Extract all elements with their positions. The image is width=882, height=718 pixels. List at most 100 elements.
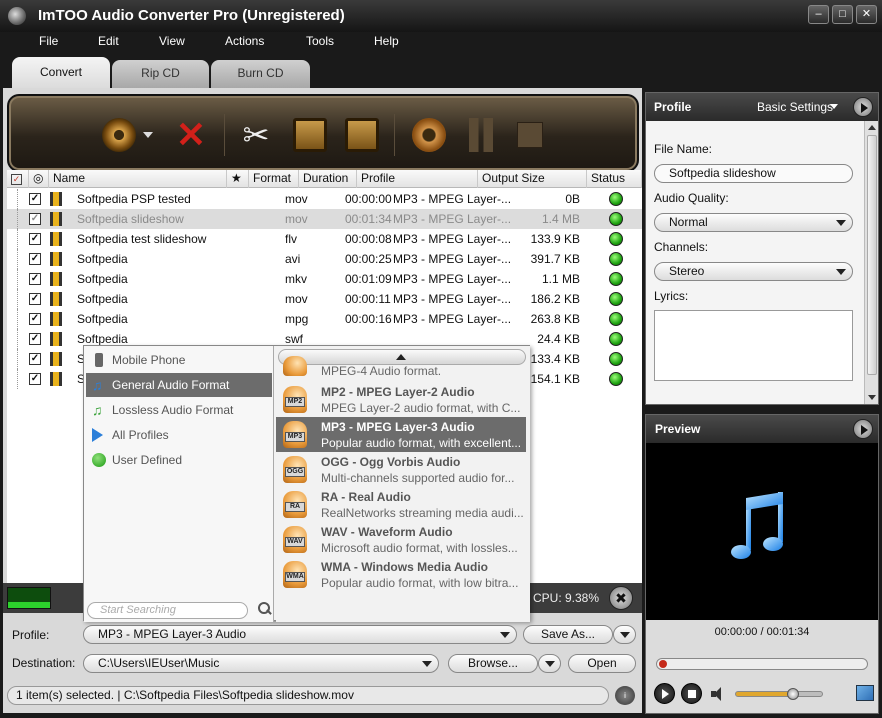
- category-mobile-phone[interactable]: Mobile Phone: [86, 348, 272, 372]
- clip-scissors-icon[interactable]: ✂: [239, 118, 273, 152]
- save-as-dropdown[interactable]: [613, 625, 636, 644]
- remove-icon[interactable]: ✕: [174, 117, 208, 153]
- column-duration[interactable]: Duration: [299, 170, 357, 188]
- tab-burn-cd[interactable]: Burn CD: [211, 60, 310, 88]
- menu-tools[interactable]: Tools: [306, 34, 334, 48]
- menu-view[interactable]: View: [159, 34, 185, 48]
- column-profile[interactable]: Profile: [357, 170, 478, 188]
- volume-slider[interactable]: [735, 688, 823, 700]
- file-duration: 00:00:11: [345, 292, 391, 306]
- lyrics-textarea[interactable]: [654, 310, 853, 381]
- scroll-thumb[interactable]: [867, 135, 877, 375]
- profile-item-ogg[interactable]: OGG OGG - Ogg Vorbis Audio Multi-channel…: [276, 452, 526, 487]
- merge-icon[interactable]: [345, 118, 379, 152]
- file-name-input[interactable]: Softpedia slideshow: [654, 164, 853, 183]
- search-icon[interactable]: [258, 602, 272, 616]
- profile-scrollbar[interactable]: [864, 121, 878, 404]
- row-checkbox[interactable]: ✓: [29, 313, 41, 325]
- app-icon[interactable]: [8, 7, 26, 25]
- column-format[interactable]: Format: [249, 170, 299, 188]
- effects-icon[interactable]: [293, 118, 327, 152]
- tab-convert[interactable]: Convert: [12, 57, 110, 88]
- expand-arrow-icon[interactable]: [853, 419, 873, 439]
- row-checkbox[interactable]: ✓: [29, 253, 41, 265]
- row-checkbox[interactable]: ✓: [29, 293, 41, 305]
- row-checkbox[interactable]: ✓: [29, 373, 41, 385]
- category-lossless-audio[interactable]: ♫ Lossless Audio Format: [86, 398, 272, 422]
- snapshot-icon[interactable]: [856, 685, 874, 701]
- browse-dropdown[interactable]: [538, 654, 561, 673]
- settings-wrench-icon[interactable]: ✖: [609, 586, 633, 610]
- stop-icon[interactable]: [517, 122, 543, 148]
- chevron-down-icon: [836, 269, 846, 275]
- profile-item-mp2[interactable]: MP2 MP2 - MPEG Layer-2 Audio MPEG Layer-…: [276, 382, 526, 417]
- seek-slider[interactable]: [656, 658, 868, 670]
- profile-name: MP2 - MPEG Layer-2 Audio: [321, 385, 475, 399]
- file-profile: MP3 - MPEG Layer-...: [393, 272, 512, 286]
- select-all-checkbox[interactable]: ✓: [7, 170, 29, 188]
- audio-quality-select[interactable]: Normal: [654, 213, 853, 232]
- profile-item-wav[interactable]: WAV WAV - Waveform Audio Microsoft audio…: [276, 522, 526, 557]
- pause-icon[interactable]: [469, 118, 493, 152]
- channels-select[interactable]: Stereo: [654, 262, 853, 281]
- profile-item-ra[interactable]: RA RA - Real Audio RealNetworks streamin…: [276, 487, 526, 522]
- film-icon: [50, 312, 62, 326]
- menu-edit[interactable]: Edit: [98, 34, 119, 48]
- scroll-up-icon[interactable]: [868, 125, 876, 130]
- row-checkbox[interactable]: ✓: [29, 193, 41, 205]
- destination-select[interactable]: C:\Users\IEUser\Music: [83, 654, 439, 673]
- file-row[interactable]: ✓ Softpedia PSP tested mov 00:00:00 MP3 …: [7, 189, 642, 209]
- file-row[interactable]: ✓ Softpedia mov 00:00:11 MP3 - MPEG Laye…: [7, 289, 642, 309]
- row-checkbox[interactable]: ✓: [29, 273, 41, 285]
- file-row[interactable]: ✓ Softpedia mkv 00:01:09 MP3 - MPEG Laye…: [7, 269, 642, 289]
- chevron-down-icon[interactable]: [830, 104, 838, 109]
- profile-item-aac[interactable]: MPEG-4 Audio format.: [276, 356, 526, 380]
- file-row[interactable]: ✓ Softpedia mpg 00:00:16 MP3 - MPEG Laye…: [7, 309, 642, 329]
- add-file-icon[interactable]: [102, 118, 136, 152]
- info-icon[interactable]: i: [615, 686, 635, 705]
- column-rating-star-icon[interactable]: ★: [227, 170, 249, 188]
- menu-actions[interactable]: Actions: [225, 34, 264, 48]
- add-dropdown-icon[interactable]: [143, 132, 153, 138]
- file-row[interactable]: ✓ Softpedia slideshow mov 00:01:34 MP3 -…: [7, 209, 642, 229]
- minimize-button[interactable]: –: [808, 5, 829, 24]
- scroll-down-icon[interactable]: [868, 395, 876, 400]
- profile-select[interactable]: MP3 - MPEG Layer-3 Audio: [83, 625, 517, 644]
- row-checkbox[interactable]: ✓: [29, 353, 41, 365]
- file-row[interactable]: ✓ Softpedia test slideshow flv 00:00:08 …: [7, 229, 642, 249]
- file-format: avi: [285, 252, 301, 266]
- file-row[interactable]: ✓ Softpedia avi 00:00:25 MP3 - MPEG Laye…: [7, 249, 642, 269]
- open-button[interactable]: Open: [568, 654, 636, 673]
- stop-button[interactable]: [681, 683, 702, 704]
- column-output-size[interactable]: Output Size: [478, 170, 587, 188]
- category-all-profiles[interactable]: All Profiles: [86, 423, 272, 447]
- seek-knob[interactable]: [659, 660, 667, 668]
- column-status[interactable]: Status: [587, 170, 642, 188]
- row-checkbox[interactable]: ✓: [29, 213, 41, 225]
- convert-icon[interactable]: [412, 118, 446, 152]
- menu-help[interactable]: Help: [374, 34, 399, 48]
- tab-rip-cd[interactable]: Rip CD: [112, 60, 209, 88]
- profile-item-mp3[interactable]: MP3 MP3 - MPEG Layer-3 Audio Popular aud…: [276, 417, 526, 452]
- file-profile: MP3 - MPEG Layer-...: [393, 252, 512, 266]
- menu-file[interactable]: File: [39, 34, 58, 48]
- expand-arrow-icon[interactable]: [853, 97, 873, 117]
- profile-item-wma[interactable]: WMA WMA - Windows Media Audio Popular au…: [276, 557, 526, 592]
- profile-search-input[interactable]: Start Searching: [87, 602, 248, 619]
- close-button[interactable]: ✕: [856, 5, 877, 24]
- status-ready-icon: [609, 312, 623, 326]
- browse-button[interactable]: Browse...: [448, 654, 538, 673]
- maximize-button[interactable]: □: [832, 5, 853, 24]
- volume-knob[interactable]: [787, 688, 799, 700]
- save-as-button[interactable]: Save As...: [523, 625, 613, 644]
- row-checkbox[interactable]: ✓: [29, 333, 41, 345]
- column-name[interactable]: Name: [49, 170, 227, 188]
- category-general-audio[interactable]: ♫ General Audio Format: [86, 373, 272, 397]
- basic-settings-dropdown[interactable]: Basic Settings: [757, 100, 833, 114]
- volume-speaker-icon[interactable]: [711, 687, 729, 701]
- play-button[interactable]: [654, 683, 675, 704]
- disc-column-icon[interactable]: ◎: [29, 170, 49, 188]
- audio-quality-label: Audio Quality:: [654, 191, 729, 205]
- category-user-defined[interactable]: User Defined: [86, 448, 272, 472]
- row-checkbox[interactable]: ✓: [29, 233, 41, 245]
